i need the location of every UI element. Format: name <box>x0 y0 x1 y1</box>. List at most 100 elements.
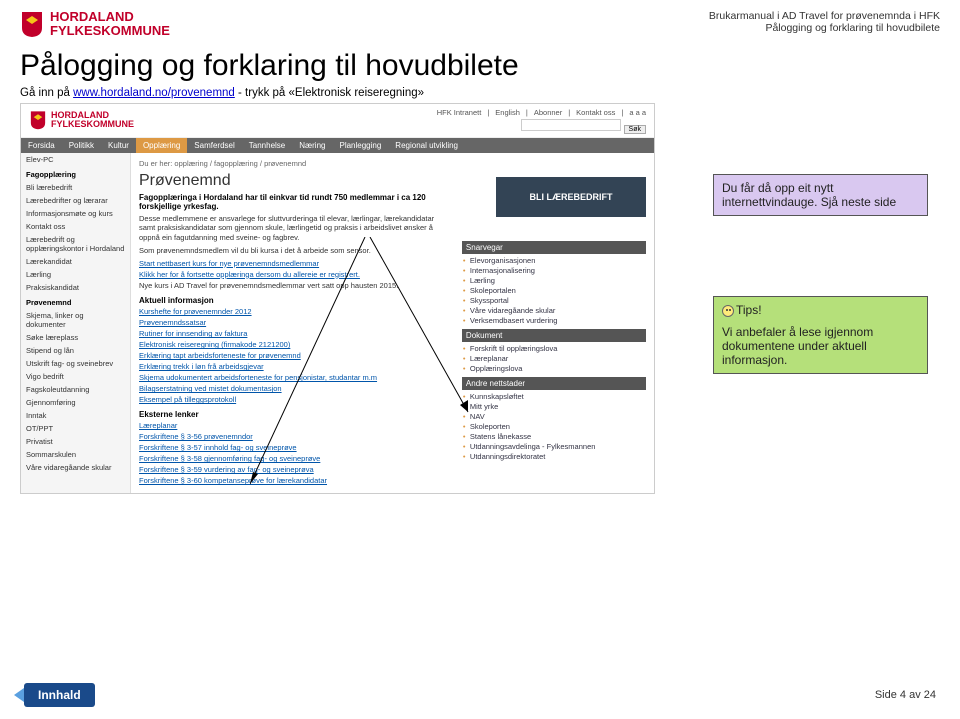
toc-button[interactable]: Innhald <box>24 683 95 707</box>
sidebar-item[interactable]: Gjennomføring <box>21 396 130 409</box>
body-text: Desse medlemmene er ansvarlege for slutt… <box>139 214 452 243</box>
breadcrumb: Du er her: opplæring / fagopplæring / pr… <box>139 159 646 168</box>
sidebar-item[interactable]: Bli lærebedrift <box>21 181 130 194</box>
list-item[interactable]: Internasjonalisering <box>462 266 646 275</box>
content-link[interactable]: Start nettbasert kurs for nye prøvenemnd… <box>139 259 452 268</box>
toplink[interactable]: HFK Intranett <box>437 108 482 117</box>
content-link[interactable]: Prøvenemndssatsar <box>139 318 452 327</box>
ss-logo: HORDALAND FYLKESKOMMUNE <box>29 110 134 130</box>
sidebar-group-active[interactable]: Prøvenemnd <box>21 294 130 309</box>
search-input[interactable] <box>521 119 621 131</box>
list-item[interactable]: Læreplanar <box>462 354 646 363</box>
page-title: Pålogging og forklaring til hovudbilete <box>0 39 960 87</box>
list-item[interactable]: Opplæringslova <box>462 364 646 373</box>
smiley-icon <box>722 305 734 317</box>
body-text: Som prøvenemndsmedlem vil du bli kursa i… <box>139 246 452 256</box>
sidebar-item[interactable]: Lærebedrifter og lærarar <box>21 194 130 207</box>
content-link[interactable]: Forskriftene § 3-59 vurdering av fag- og… <box>139 465 452 474</box>
sidebar-item[interactable]: Vigo bedrift <box>21 370 130 383</box>
ss-main-nav: Forsida Politikk Kultur Opplæring Samfer… <box>21 138 654 153</box>
body-text: Nye kurs i AD Travel for prøvenemndsmedl… <box>139 281 452 291</box>
header-context: Brukarmanual i AD Travel for prøvenemnda… <box>709 10 940 34</box>
sidebar-item[interactable]: Lærling <box>21 268 130 281</box>
toplink[interactable]: English <box>495 108 520 117</box>
promo-banner[interactable]: BLI LÆREBEDRIFT <box>496 177 646 217</box>
list-item[interactable]: Statens lånekasse <box>462 432 646 441</box>
toplink[interactable]: Kontakt oss <box>576 108 615 117</box>
list-item[interactable]: Forskrift til opplæringslova <box>462 344 646 353</box>
lead-text: Fagopplæringa i Hordaland har til einkva… <box>139 193 452 211</box>
list-item[interactable]: Elevorganisasjonen <box>462 256 646 265</box>
nav-item[interactable]: Forsida <box>21 138 62 153</box>
logo-line1: HORDALAND <box>50 10 170 24</box>
list-item[interactable]: Kunnskapsløftet <box>462 392 646 401</box>
content-link[interactable]: Eksempel på tilleggsprotokoll <box>139 395 452 404</box>
box-heading: Snarvegar <box>462 241 646 254</box>
arrow-left-icon <box>14 688 24 702</box>
nav-item[interactable]: Planlegging <box>332 138 388 153</box>
org-logo: HORDALAND FYLKESKOMMUNE <box>20 10 170 39</box>
intro-text: Gå inn på www.hordaland.no/provenemnd - … <box>0 87 960 103</box>
embedded-screenshot: HORDALAND FYLKESKOMMUNE HFK Intranett| E… <box>20 103 655 495</box>
nav-item[interactable]: Næring <box>292 138 332 153</box>
sidebar-item[interactable]: OT/PPT <box>21 422 130 435</box>
content-link[interactable]: Klikk her for å fortsette opplæringa der… <box>139 270 452 279</box>
intro-link[interactable]: www.hordaland.no/provenemnd <box>73 87 235 99</box>
sidebar-item[interactable]: Lærekandidat <box>21 255 130 268</box>
callout-text: Du får då opp eit nytt internettvindauge… <box>722 181 896 209</box>
nav-item[interactable]: Politikk <box>62 138 101 153</box>
sidebar-item[interactable]: Privatist <box>21 435 130 448</box>
list-item[interactable]: Utdanningsavdelinga - Fylkesmannen <box>462 442 646 451</box>
box-heading: Andre nettstader <box>462 377 646 390</box>
content-link[interactable]: Rutiner for innsending av faktura <box>139 329 452 338</box>
list-item[interactable]: Våre vidaregåande skular <box>462 306 646 315</box>
sidebar-item[interactable]: Praksiskandidat <box>21 281 130 294</box>
list-item[interactable]: Mitt yrke <box>462 402 646 411</box>
sidebar-item[interactable]: Lærebedrift og opplæringskontor i Hordal… <box>21 233 130 255</box>
content-link[interactable]: Forskriftene § 3-56 prøvenemndor <box>139 432 452 441</box>
content-link[interactable]: Bilagserstatning ved mistet dokumentasjo… <box>139 384 452 393</box>
sidebar-item[interactable]: Stipend og lån <box>21 344 130 357</box>
logo-line2: FYLKESKOMMUNE <box>50 24 170 38</box>
list-item[interactable]: NAV <box>462 412 646 421</box>
sidebar-item[interactable]: Informasjonsmøte og kurs <box>21 207 130 220</box>
list-item[interactable]: Skoleportalen <box>462 286 646 295</box>
content-link[interactable]: Erklæring trekk i løn frå arbeidsgjevar <box>139 362 452 371</box>
sidebar-item[interactable]: Sommarskulen <box>21 448 130 461</box>
list-item[interactable]: Skoleporten <box>462 422 646 431</box>
nav-item[interactable]: Samferdsel <box>187 138 241 153</box>
content-link[interactable]: Forskriftene § 3-60 kompetanseprøve for … <box>139 476 452 485</box>
list-item[interactable]: Skyssportal <box>462 296 646 305</box>
sidebar-item[interactable]: Inntak <box>21 409 130 422</box>
nav-item-active[interactable]: Opplæring <box>136 138 187 153</box>
sidebar-item[interactable]: Fagskoleutdanning <box>21 383 130 396</box>
sidebar-item[interactable]: Utskrift fag- og sveinebrev <box>21 357 130 370</box>
toplink[interactable]: Abonner <box>534 108 562 117</box>
sidebar-item[interactable]: Kontakt oss <box>21 220 130 233</box>
nav-item[interactable]: Regional utvikling <box>388 138 465 153</box>
sidebar-item[interactable]: Søke læreplass <box>21 331 130 344</box>
sidebar-item[interactable]: Elev-PC <box>21 153 130 166</box>
intro-post: - trykk på «Elektronisk reiseregning» <box>235 87 424 99</box>
sidebar-item[interactable]: Våre vidaregåande skular <box>21 461 130 474</box>
nav-item[interactable]: Kultur <box>101 138 136 153</box>
ss-logo-line2: FYLKESKOMMUNE <box>51 120 134 129</box>
section-heading: Eksterne lenker <box>139 410 452 419</box>
callout-title: Tips! <box>736 303 762 317</box>
content-link[interactable]: Forskriftene § 3-58 gjennomføring fag- o… <box>139 454 452 463</box>
list-item[interactable]: Verksemdbasert vurdering <box>462 316 646 325</box>
font-size-toggle[interactable]: a a a <box>629 108 646 117</box>
content-link[interactable]: Skjema udokumentert arbeidsforteneste fo… <box>139 373 452 382</box>
sidebar-item[interactable]: Skjema, linker og dokumenter <box>21 309 130 331</box>
nav-item[interactable]: Tannhelse <box>242 138 292 153</box>
search-button[interactable]: Søk <box>624 125 646 134</box>
content-link[interactable]: Forskriftene § 3-57 innhold fag- og svei… <box>139 443 452 452</box>
callout-purple: Du får då opp eit nytt internettvindauge… <box>713 174 928 216</box>
content-link[interactable]: Erklæring tapt arbeidsforteneste for prø… <box>139 351 452 360</box>
sidebar-group[interactable]: Fagopplæring <box>21 166 130 181</box>
content-link[interactable]: Læreplanar <box>139 421 452 430</box>
content-link[interactable]: Elektronisk reiseregning (firmakode 2121… <box>139 340 452 349</box>
list-item[interactable]: Utdanningsdirektoratet <box>462 452 646 461</box>
content-link[interactable]: Kurshefte for prøvenemnder 2012 <box>139 307 452 316</box>
list-item[interactable]: Lærling <box>462 276 646 285</box>
